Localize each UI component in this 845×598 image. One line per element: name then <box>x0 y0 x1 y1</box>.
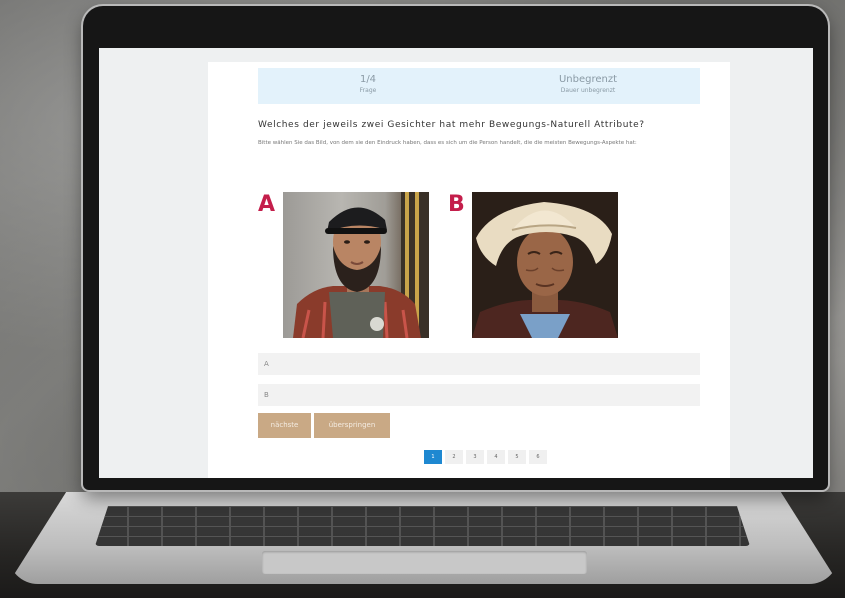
pager-item-1[interactable]: 1 <box>424 450 442 464</box>
answer-option-a[interactable]: A <box>258 353 700 375</box>
face-photo-a <box>283 192 429 338</box>
question-counter: 1/4 Frage <box>278 74 458 95</box>
time-limit: Unbegrenzt Dauer unbegrenzt <box>498 74 678 95</box>
old-man-hat-illustration <box>472 192 618 338</box>
quiz-info-bar: 1/4 Frage Unbegrenzt Dauer unbegrenzt <box>258 68 700 104</box>
question-counter-label: Frage <box>359 87 377 94</box>
laptop-touchpad <box>262 551 587 574</box>
time-limit-label: Dauer unbegrenzt <box>560 87 616 94</box>
laptop-lid: 1/4 Frage Unbegrenzt Dauer unbegrenzt We… <box>83 6 828 490</box>
time-limit-value: Unbegrenzt <box>558 74 618 85</box>
answer-option-b[interactable]: B <box>258 384 700 406</box>
pager-item-2[interactable]: 2 <box>445 450 463 464</box>
skip-button[interactable]: überspringen <box>314 413 390 438</box>
next-button[interactable]: nächste <box>258 413 311 438</box>
question-text: Welches der jeweils zwei Gesichter hat m… <box>258 120 645 130</box>
laptop-screen: 1/4 Frage Unbegrenzt Dauer unbegrenzt We… <box>99 48 813 478</box>
keyboard-rows <box>95 506 750 546</box>
pager-item-4[interactable]: 4 <box>487 450 505 464</box>
question-hint: Bitte wählen Sie das Bild, von dem sie d… <box>258 140 637 146</box>
image-label-a: A <box>258 192 276 217</box>
pager-item-6[interactable]: 6 <box>529 450 547 464</box>
pager-item-3[interactable]: 3 <box>466 450 484 464</box>
bearded-man-illustration <box>293 192 429 338</box>
quiz-page: 1/4 Frage Unbegrenzt Dauer unbegrenzt We… <box>208 62 730 478</box>
face-photo-b <box>472 192 618 338</box>
pager-item-5[interactable]: 5 <box>508 450 526 464</box>
question-counter-value: 1/4 <box>359 74 377 85</box>
image-label-b: B <box>448 192 465 217</box>
